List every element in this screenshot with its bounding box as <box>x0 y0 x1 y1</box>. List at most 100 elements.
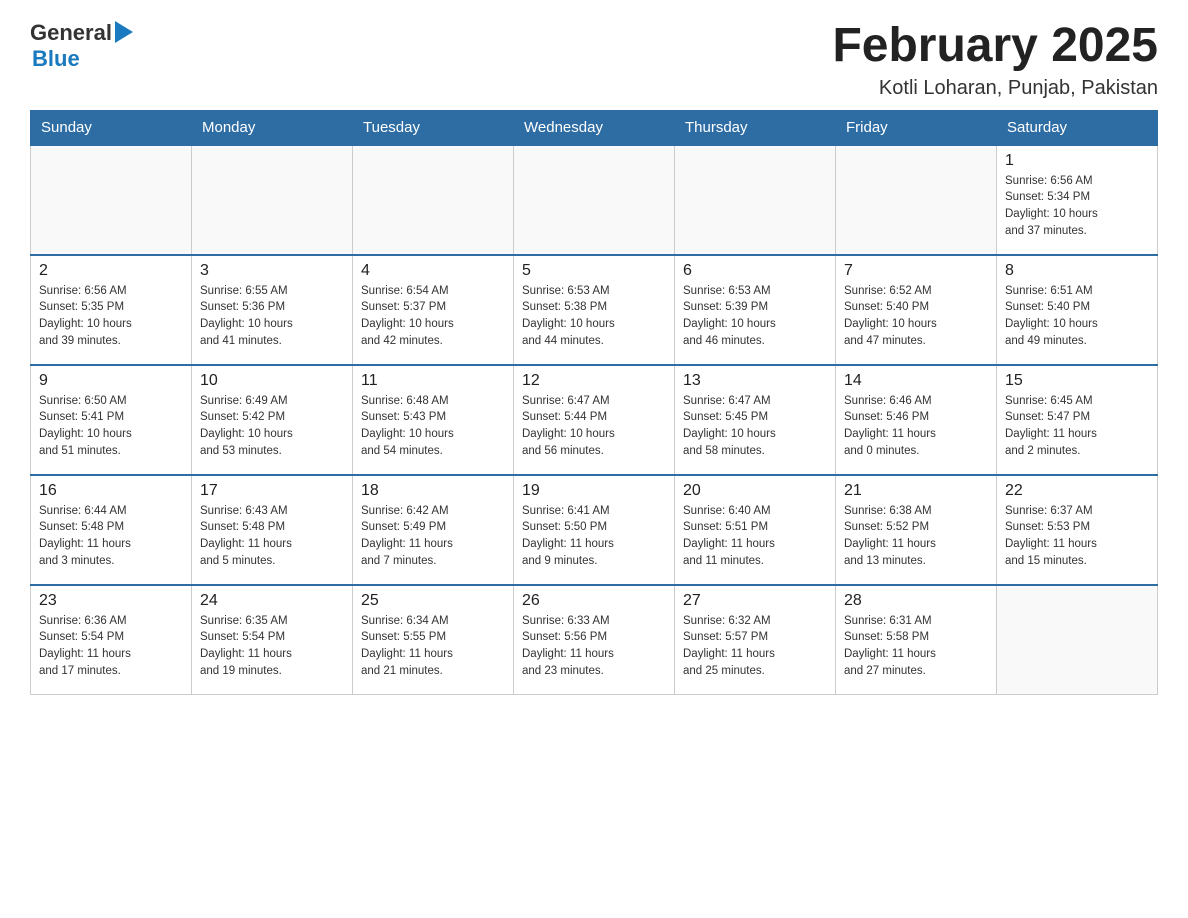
day-info: Sunrise: 6:56 AM Sunset: 5:34 PM Dayligh… <box>1005 173 1149 240</box>
logo-general: General <box>30 20 112 46</box>
day-number: 13 <box>683 372 827 390</box>
calendar-cell: 23 Sunrise: 6:36 AM Sunset: 5:54 PM Dayli… <box>31 585 192 695</box>
calendar-header-row: SundayMondayTuesdayWednesdayThursdayFrid… <box>31 110 1158 145</box>
calendar-cell: 3Sunrise: 6:55 AM Sunset: 5:36 PM Daylig… <box>192 255 353 365</box>
calendar-cell: 10 Sunrise: 6:49 AM Sunset: 5:42 PM Dayli… <box>192 365 353 475</box>
day-info: Sunrise: 6:42 AM Sunset: 5:49 PM Dayligh… <box>361 503 505 570</box>
calendar-cell: 6 Sunrise: 6:53 AM Sunset: 5:39 PM Daylig… <box>675 255 836 365</box>
day-info: Sunrise: 6:46 AM Sunset: 5:46 PM Dayligh… <box>844 393 988 460</box>
calendar-cell: 21 Sunrise: 6:38 AM Sunset: 5:52 PM Dayli… <box>836 475 997 585</box>
calendar-cell: 11 Sunrise: 6:48 AM Sunset: 5:43 PM Dayli… <box>353 365 514 475</box>
calendar-cell: 20 Sunrise: 6:40 AM Sunset: 5:51 PM Dayli… <box>675 475 836 585</box>
logo-arrow-icon <box>115 21 133 43</box>
calendar-cell: 13 Sunrise: 6:47 AM Sunset: 5:45 PM Dayli… <box>675 365 836 475</box>
logo-blue: Blue <box>32 46 133 72</box>
day-number: 20 <box>683 482 827 500</box>
calendar-cell: 5 Sunrise: 6:53 AM Sunset: 5:38 PM Daylig… <box>514 255 675 365</box>
calendar-cell: 19 Sunrise: 6:41 AM Sunset: 5:50 PM Dayli… <box>514 475 675 585</box>
day-header-wednesday: Wednesday <box>514 110 675 145</box>
day-info: Sunrise: 6:31 AM Sunset: 5:58 PM Dayligh… <box>844 613 988 680</box>
day-info: Sunrise: 6:48 AM Sunset: 5:43 PM Dayligh… <box>361 393 505 460</box>
calendar-cell: 12 Sunrise: 6:47 AM Sunset: 5:44 PM Dayli… <box>514 365 675 475</box>
day-info: Sunrise: 6:41 AM Sunset: 5:50 PM Dayligh… <box>522 503 666 570</box>
day-info: Sunrise: 6:53 AM Sunset: 5:38 PM Dayligh… <box>522 283 666 350</box>
day-info: Sunrise: 6:55 AM Sunset: 5:36 PM Dayligh… <box>200 283 344 350</box>
day-info: Sunrise: 6:47 AM Sunset: 5:44 PM Dayligh… <box>522 393 666 460</box>
calendar-cell <box>514 145 675 255</box>
day-header-thursday: Thursday <box>675 110 836 145</box>
calendar-cell <box>353 145 514 255</box>
calendar-cell <box>192 145 353 255</box>
day-info: Sunrise: 6:44 AM Sunset: 5:48 PM Dayligh… <box>39 503 183 570</box>
calendar-cell: 27 Sunrise: 6:32 AM Sunset: 5:57 PM Dayli… <box>675 585 836 695</box>
day-info: Sunrise: 6:47 AM Sunset: 5:45 PM Dayligh… <box>683 393 827 460</box>
day-number: 19 <box>522 482 666 500</box>
day-number: 1 <box>1005 152 1149 170</box>
day-info: Sunrise: 6:50 AM Sunset: 5:41 PM Dayligh… <box>39 393 183 460</box>
day-info: Sunrise: 6:45 AM Sunset: 5:47 PM Dayligh… <box>1005 393 1149 460</box>
day-info: Sunrise: 6:36 AM Sunset: 5:54 PM Dayligh… <box>39 613 183 680</box>
calendar-cell <box>836 145 997 255</box>
day-info: Sunrise: 6:53 AM Sunset: 5:39 PM Dayligh… <box>683 283 827 350</box>
day-number: 7 <box>844 262 988 280</box>
calendar-cell: 25 Sunrise: 6:34 AM Sunset: 5:55 PM Dayli… <box>353 585 514 695</box>
calendar-cell: 7 Sunrise: 6:52 AM Sunset: 5:40 PM Daylig… <box>836 255 997 365</box>
calendar-cell: 16Sunrise: 6:44 AM Sunset: 5:48 PM Dayli… <box>31 475 192 585</box>
week-row-3: 9 Sunrise: 6:50 AM Sunset: 5:41 PM Daylig… <box>31 365 1158 475</box>
day-info: Sunrise: 6:38 AM Sunset: 5:52 PM Dayligh… <box>844 503 988 570</box>
day-header-sunday: Sunday <box>31 110 192 145</box>
calendar-cell: 24Sunrise: 6:35 AM Sunset: 5:54 PM Dayli… <box>192 585 353 695</box>
calendar-cell: 1 Sunrise: 6:56 AM Sunset: 5:34 PM Daylig… <box>997 145 1158 255</box>
day-info: Sunrise: 6:37 AM Sunset: 5:53 PM Dayligh… <box>1005 503 1149 570</box>
day-header-tuesday: Tuesday <box>353 110 514 145</box>
day-header-monday: Monday <box>192 110 353 145</box>
day-info: Sunrise: 6:35 AM Sunset: 5:54 PM Dayligh… <box>200 613 344 680</box>
week-row-4: 16Sunrise: 6:44 AM Sunset: 5:48 PM Dayli… <box>31 475 1158 585</box>
calendar-cell <box>31 145 192 255</box>
calendar-cell <box>675 145 836 255</box>
day-header-friday: Friday <box>836 110 997 145</box>
week-row-1: 1 Sunrise: 6:56 AM Sunset: 5:34 PM Daylig… <box>31 145 1158 255</box>
calendar-cell <box>997 585 1158 695</box>
day-info: Sunrise: 6:51 AM Sunset: 5:40 PM Dayligh… <box>1005 283 1149 350</box>
day-number: 21 <box>844 482 988 500</box>
day-number: 8 <box>1005 262 1149 280</box>
day-info: Sunrise: 6:33 AM Sunset: 5:56 PM Dayligh… <box>522 613 666 680</box>
week-row-2: 2 Sunrise: 6:56 AM Sunset: 5:35 PM Daylig… <box>31 255 1158 365</box>
day-number: 6 <box>683 262 827 280</box>
calendar-cell: 4Sunrise: 6:54 AM Sunset: 5:37 PM Daylig… <box>353 255 514 365</box>
calendar-cell: 8 Sunrise: 6:51 AM Sunset: 5:40 PM Daylig… <box>997 255 1158 365</box>
calendar-cell: 17Sunrise: 6:43 AM Sunset: 5:48 PM Dayli… <box>192 475 353 585</box>
day-info: Sunrise: 6:49 AM Sunset: 5:42 PM Dayligh… <box>200 393 344 460</box>
day-number: 14 <box>844 372 988 390</box>
day-number: 5 <box>522 262 666 280</box>
day-number: 10 <box>200 372 344 390</box>
calendar-table: SundayMondayTuesdayWednesdayThursdayFrid… <box>30 110 1158 696</box>
day-number: 26 <box>522 592 666 610</box>
calendar-cell: 18 Sunrise: 6:42 AM Sunset: 5:49 PM Dayli… <box>353 475 514 585</box>
day-number: 2 <box>39 262 183 280</box>
day-info: Sunrise: 6:34 AM Sunset: 5:55 PM Dayligh… <box>361 613 505 680</box>
day-info: Sunrise: 6:56 AM Sunset: 5:35 PM Dayligh… <box>39 283 183 350</box>
day-number: 22 <box>1005 482 1149 500</box>
day-info: Sunrise: 6:52 AM Sunset: 5:40 PM Dayligh… <box>844 283 988 350</box>
day-number: 12 <box>522 372 666 390</box>
day-info: Sunrise: 6:32 AM Sunset: 5:57 PM Dayligh… <box>683 613 827 680</box>
day-number: 25 <box>361 592 505 610</box>
week-row-5: 23 Sunrise: 6:36 AM Sunset: 5:54 PM Dayli… <box>31 585 1158 695</box>
day-number: 18 <box>361 482 505 500</box>
day-number: 27 <box>683 592 827 610</box>
title-block: February 2025 Kotli Loharan, Punjab, Pak… <box>832 20 1158 100</box>
day-number: 11 <box>361 372 505 390</box>
calendar-cell: 2 Sunrise: 6:56 AM Sunset: 5:35 PM Daylig… <box>31 255 192 365</box>
page-header: General Blue February 2025 Kotli Loharan… <box>30 20 1158 100</box>
calendar-cell: 14 Sunrise: 6:46 AM Sunset: 5:46 PM Dayli… <box>836 365 997 475</box>
calendar-cell: 15Sunrise: 6:45 AM Sunset: 5:47 PM Dayli… <box>997 365 1158 475</box>
calendar-cell: 22 Sunrise: 6:37 AM Sunset: 5:53 PM Dayli… <box>997 475 1158 585</box>
day-info: Sunrise: 6:40 AM Sunset: 5:51 PM Dayligh… <box>683 503 827 570</box>
day-number: 17 <box>200 482 344 500</box>
day-header-saturday: Saturday <box>997 110 1158 145</box>
day-number: 23 <box>39 592 183 610</box>
calendar-cell: 28Sunrise: 6:31 AM Sunset: 5:58 PM Dayli… <box>836 585 997 695</box>
day-number: 9 <box>39 372 183 390</box>
